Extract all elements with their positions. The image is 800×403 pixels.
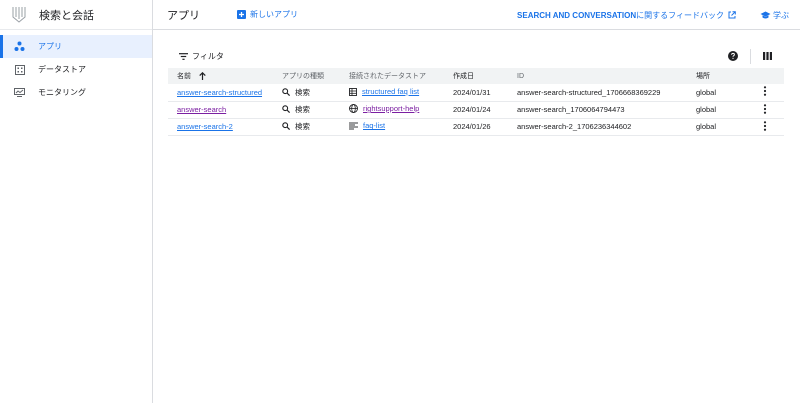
toolbar-divider <box>750 49 751 64</box>
app-name-link[interactable]: answer-search-structured <box>177 88 262 97</box>
apps-icon <box>14 41 25 52</box>
app-id: answer-search-2_1706236344602 <box>517 122 632 131</box>
list-icon <box>349 122 358 130</box>
external-link-icon <box>728 11 736 19</box>
plus-icon <box>237 10 246 19</box>
app-location: global <box>696 122 717 131</box>
filter-icon <box>179 53 188 60</box>
page-title: アプリ <box>167 9 200 22</box>
more-vert-icon[interactable] <box>763 120 767 131</box>
product-logo-icon <box>11 6 27 24</box>
app-name-link[interactable]: answer-search <box>177 105 226 114</box>
new-app-button[interactable]: 新しいアプリ <box>237 9 298 20</box>
table-row: answer-search-structured 検索 structured f… <box>168 84 784 101</box>
filter-label: フィルタ <box>192 52 224 61</box>
apps-table: 名前 アプリの種類 接続されたデータストア 作成日 ID 場所 answer-s… <box>168 68 784 136</box>
app-type: 検索 <box>295 104 310 114</box>
search-icon <box>282 105 290 114</box>
sidebar-nav: アプリ データストア モニタリング <box>0 30 152 104</box>
sidebar-item-label: モニタリング <box>38 88 86 97</box>
app-type: 検索 <box>295 121 310 131</box>
created-date: 2024/01/26 <box>453 122 491 131</box>
top-bar: アプリ 新しいアプリ SEARCH AND CONVERSATION に関するフ… <box>153 0 800 30</box>
search-icon <box>282 122 290 131</box>
column-header-type[interactable]: アプリの種類 <box>282 68 349 84</box>
datastore-link[interactable]: rightsupport-help <box>363 104 419 113</box>
feedback-text: に関するフィードバック <box>636 10 724 20</box>
table-icon <box>349 87 357 96</box>
datastore-link[interactable]: structured faq list <box>362 87 419 96</box>
table-toolbar: フィルタ <box>168 45 784 68</box>
column-header-date[interactable]: 作成日 <box>453 68 517 84</box>
created-date: 2024/01/31 <box>453 87 491 97</box>
product-title: 検索と会話 <box>39 9 94 22</box>
monitoring-icon <box>14 87 25 98</box>
app-type: 検索 <box>295 87 310 97</box>
sidebar-item-label: データストア <box>38 65 86 74</box>
column-header-actions <box>746 68 784 84</box>
column-display-icon[interactable] <box>763 52 772 60</box>
table-row: answer-search-2 検索 faq-list 2024/01/26 a… <box>168 118 784 135</box>
app-id: answer-search-structured_1706668369229 <box>517 87 661 97</box>
column-header-datastore[interactable]: 接続されたデータストア <box>349 68 453 84</box>
datastore-icon <box>14 64 25 75</box>
new-app-label: 新しいアプリ <box>250 10 298 19</box>
learn-button[interactable]: 学ぶ <box>760 0 789 30</box>
sidebar: 検索と会話 アプリ データストア モニタリング <box>0 0 153 403</box>
app-location: global <box>696 87 717 97</box>
table-header-row: 名前 アプリの種類 接続されたデータストア 作成日 ID 場所 <box>168 68 784 84</box>
created-date: 2024/01/24 <box>453 105 491 114</box>
feedback-link[interactable]: SEARCH AND CONVERSATION に関するフィードバック <box>517 0 736 30</box>
learn-label: 学ぶ <box>773 10 789 20</box>
feedback-product: SEARCH AND CONVERSATION <box>517 10 637 20</box>
apps-table-card: フィルタ 名前 アプリの種類 接続されたデータストア 作成日 ID 場所 ans… <box>168 45 784 139</box>
table-row: answer-search 検索 rightsupport-help 2024/… <box>168 101 784 118</box>
globe-icon <box>349 104 358 113</box>
column-header-location[interactable]: 場所 <box>696 68 746 84</box>
more-vert-icon[interactable] <box>763 103 767 114</box>
app-id: answer-search_1706064794473 <box>517 105 625 114</box>
column-header-id[interactable]: ID <box>517 68 696 84</box>
sidebar-item-datastore[interactable]: データストア <box>0 58 152 81</box>
search-icon <box>282 88 290 96</box>
app-location: global <box>696 105 717 114</box>
column-header-name[interactable]: 名前 <box>168 68 282 84</box>
school-icon <box>760 11 771 20</box>
sidebar-item-apps[interactable]: アプリ <box>0 35 152 58</box>
app-name-link[interactable]: answer-search-2 <box>177 122 233 131</box>
sidebar-item-label: アプリ <box>38 42 62 51</box>
filter-button[interactable]: フィルタ <box>179 51 224 62</box>
sidebar-header: 検索と会話 <box>0 0 152 30</box>
help-icon[interactable] <box>728 51 738 61</box>
sort-ascending-icon <box>199 72 206 81</box>
more-vert-icon[interactable] <box>763 86 767 97</box>
sidebar-item-monitoring[interactable]: モニタリング <box>0 81 152 104</box>
datastore-link[interactable]: faq-list <box>363 121 385 130</box>
